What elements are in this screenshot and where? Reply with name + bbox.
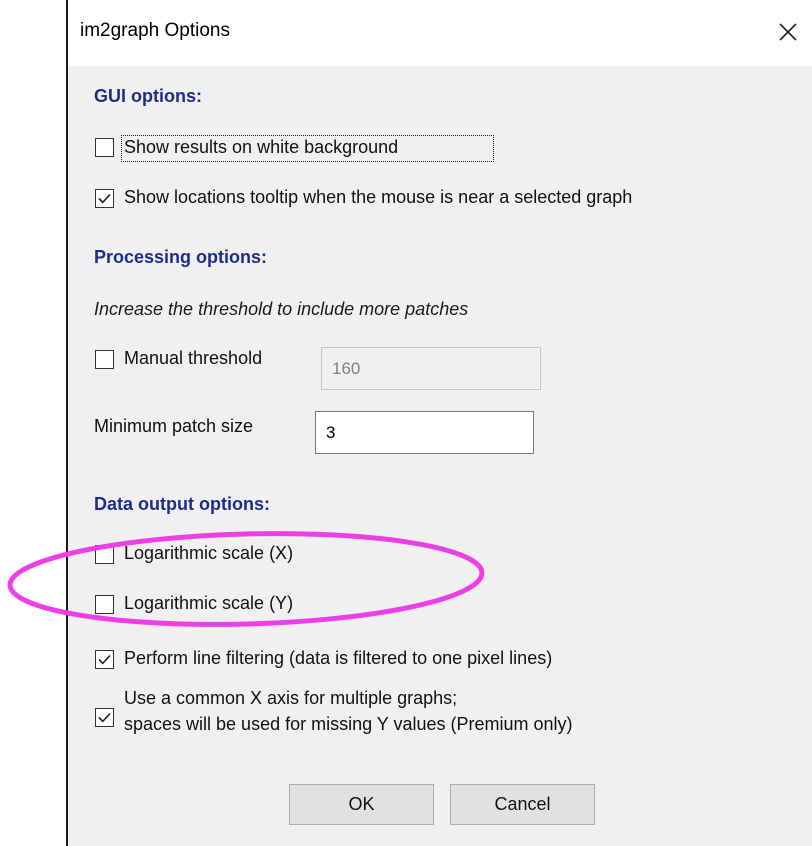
line-filtering-label[interactable]: Perform line filtering (data is filtered…	[124, 648, 552, 669]
processing-options-heading: Processing options:	[94, 247, 268, 267]
checkmark-icon	[98, 654, 111, 665]
manual-threshold-label[interactable]: Manual threshold	[124, 348, 262, 369]
title-bar: im2graph Options	[68, 0, 812, 66]
line-filtering-checkbox[interactable]	[95, 650, 114, 669]
log-scale-y-checkbox[interactable]	[95, 595, 114, 614]
dialog-title: im2graph Options	[80, 20, 230, 41]
threshold-note: Increase the threshold to include more p…	[94, 299, 469, 319]
min-patch-size-input[interactable]	[315, 411, 534, 454]
log-scale-x-label[interactable]: Logarithmic scale (X)	[124, 543, 293, 564]
min-patch-size-label: Minimum patch size	[94, 416, 254, 436]
log-scale-y-label[interactable]: Logarithmic scale (Y)	[124, 593, 293, 614]
common-x-axis-checkbox[interactable]	[95, 708, 114, 727]
checkmark-icon	[98, 193, 111, 204]
checkmark-icon	[98, 712, 111, 723]
cancel-button[interactable]: Cancel	[450, 784, 595, 825]
gui-options-heading: GUI options:	[94, 86, 202, 106]
common-x-axis-label-line1[interactable]: Use a common X axis for multiple graphs;	[124, 688, 457, 709]
locations-tooltip-checkbox[interactable]	[95, 189, 114, 208]
close-icon	[779, 23, 797, 41]
manual-threshold-checkbox[interactable]	[95, 350, 114, 369]
locations-tooltip-label[interactable]: Show locations tooltip when the mouse is…	[124, 187, 632, 208]
data-output-options-heading: Data output options:	[94, 494, 270, 514]
threshold-input[interactable]	[321, 347, 541, 390]
ok-button[interactable]: OK	[289, 784, 434, 825]
common-x-axis-label-line2[interactable]: spaces will be used for missing Y values…	[124, 714, 573, 735]
log-scale-x-checkbox[interactable]	[95, 545, 114, 564]
options-dialog: im2graph Options GUI options: Show resul…	[66, 0, 812, 846]
screenshot: im2graph Options GUI options: Show resul…	[0, 0, 812, 846]
white-background-checkbox[interactable]	[95, 138, 114, 157]
white-background-label[interactable]: Show results on white background	[124, 137, 398, 158]
close-button[interactable]	[762, 0, 812, 66]
